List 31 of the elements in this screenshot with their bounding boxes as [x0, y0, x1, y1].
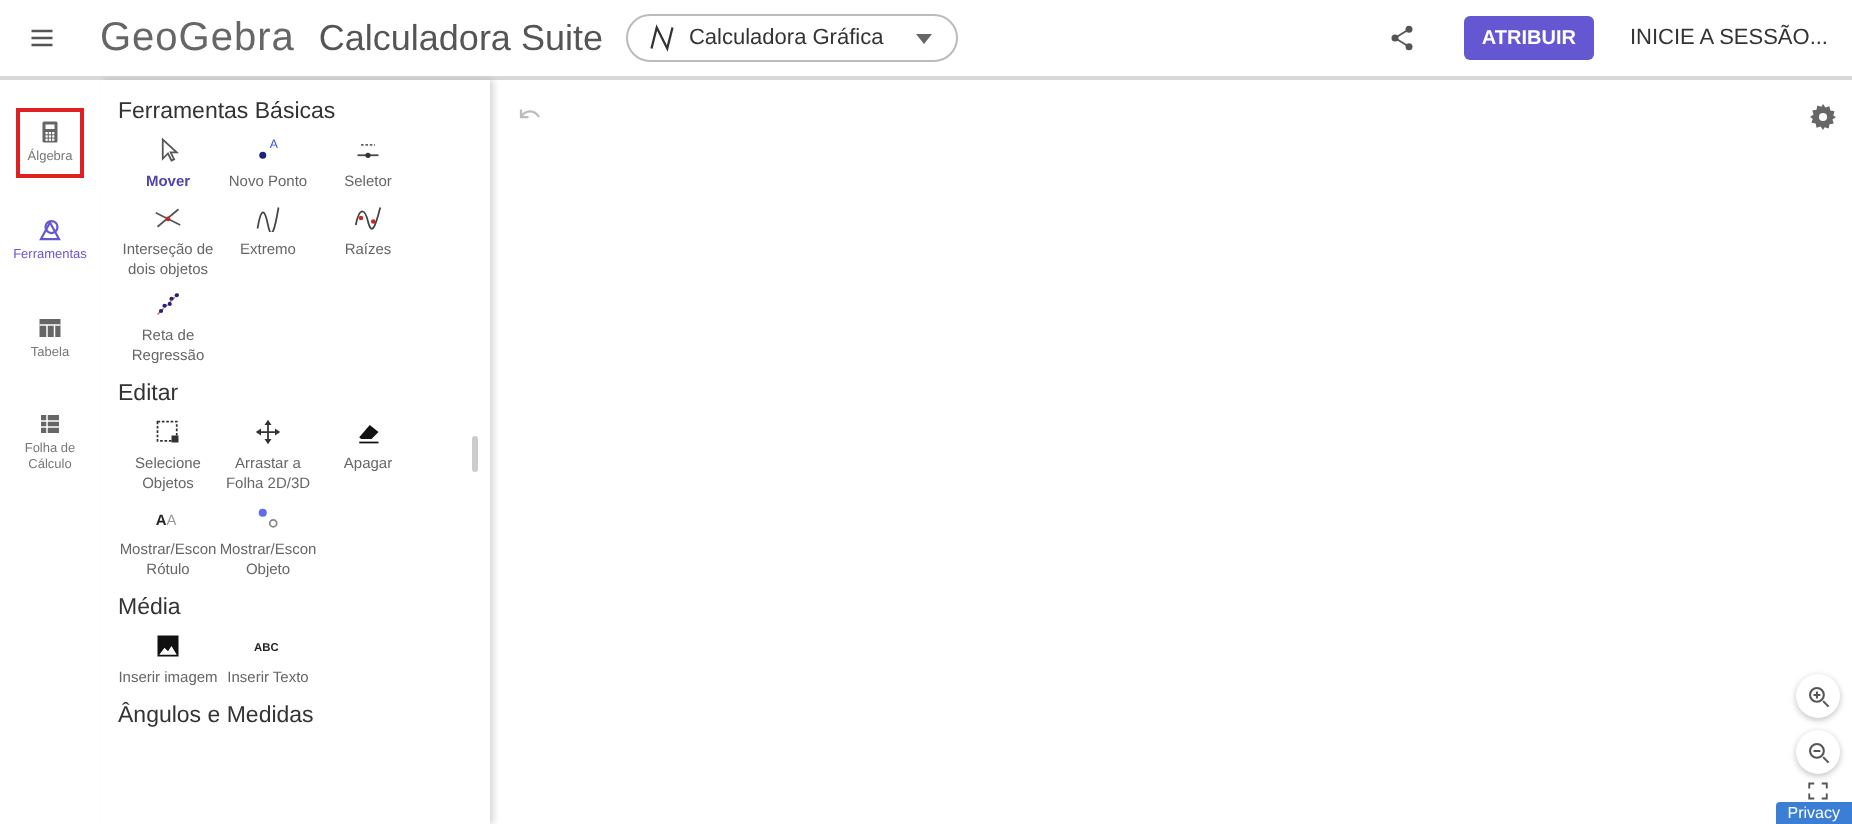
image-icon	[154, 631, 182, 660]
app-selector[interactable]: Calculadora Gráfica	[626, 14, 958, 62]
move-arrows-icon	[254, 417, 282, 446]
logo-wordmark: GeoGebra	[100, 15, 295, 61]
section-title: Ferramentas Básicas	[118, 100, 338, 124]
graph-curve-icon	[648, 24, 677, 52]
suite-title: Calculadora Suite	[318, 17, 603, 59]
zoom-out-button[interactable]	[1796, 730, 1840, 774]
section-title: Ângulos e Medidas	[118, 703, 316, 727]
section-title: Média	[118, 595, 183, 620]
sign-in-link[interactable]: INICIE A SESSÃO...	[1629, 26, 1828, 50]
privacy-badge[interactable]: Privacy	[1775, 802, 1852, 824]
calculator-icon	[38, 120, 62, 144]
scrollbar-thumb[interactable]	[472, 436, 478, 472]
caret-icon	[915, 33, 932, 43]
settings-icon[interactable]	[1810, 104, 1836, 130]
curve-roots-icon	[354, 203, 382, 232]
table-icon	[38, 315, 62, 340]
dots-icon	[254, 504, 282, 533]
zoom-in-button[interactable]	[1796, 674, 1840, 718]
spreadsheet-icon	[38, 412, 62, 437]
section-title: Editar	[118, 381, 181, 406]
assign-button[interactable]: ATRIBUIR	[1463, 16, 1594, 60]
curve-icon	[254, 203, 282, 232]
share-icon[interactable]	[1387, 24, 1416, 52]
zoom-in-icon	[1807, 685, 1829, 707]
scatter-line-icon	[154, 290, 182, 319]
selection-box-icon	[154, 417, 182, 446]
intersection-icon	[154, 203, 182, 232]
zoom-out-icon	[1807, 741, 1829, 763]
fullscreen-icon[interactable]	[1808, 782, 1828, 800]
